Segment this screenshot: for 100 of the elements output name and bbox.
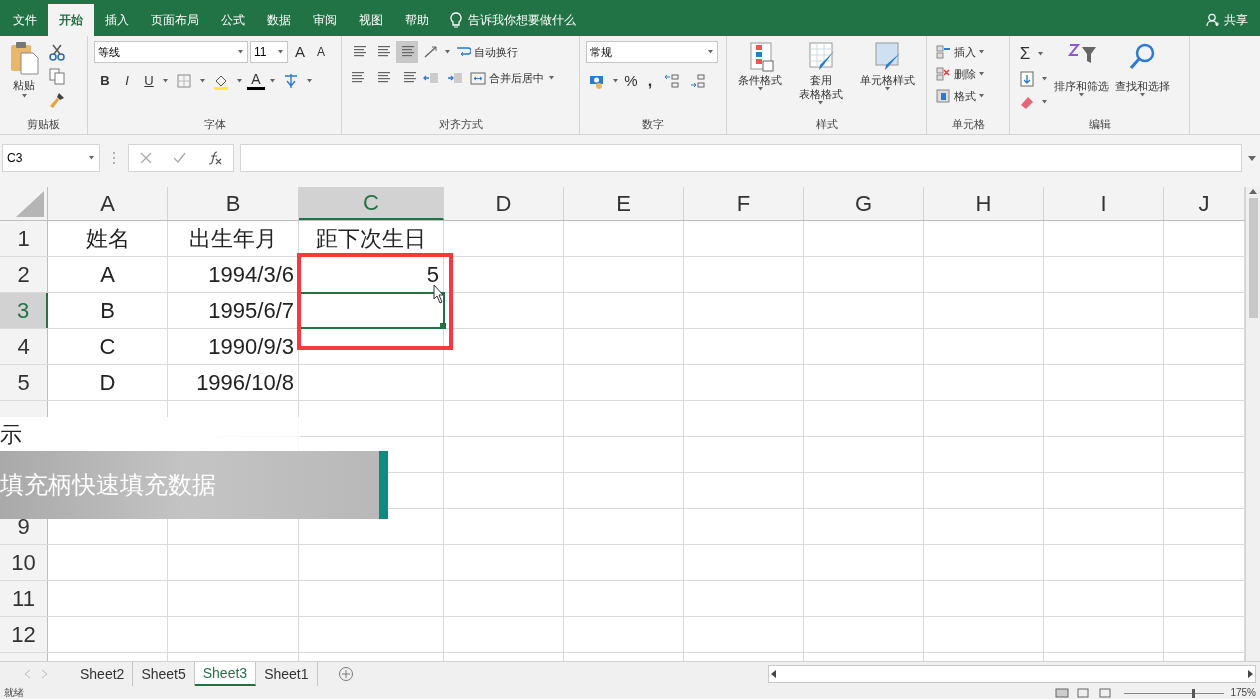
scroll-thumb[interactable]	[1248, 198, 1258, 318]
ribbon-button[interactable]: 套用 表格格式	[799, 41, 843, 114]
fill-handle[interactable]	[440, 323, 446, 329]
column-header[interactable]: G	[804, 187, 924, 220]
caret-icon[interactable]	[88, 156, 95, 160]
formula-field[interactable]	[240, 144, 1242, 172]
sheet-tab[interactable]: Sheet3	[194, 662, 257, 686]
ribbon-tab[interactable]: 视图	[348, 4, 394, 36]
row-header[interactable]: 5	[0, 365, 48, 400]
number-format-field[interactable]: 常规	[586, 41, 718, 63]
ribbon-tab[interactable]: 公式	[210, 4, 256, 36]
zoom-level: 175%	[1230, 687, 1256, 699]
horizontal-scrollbar[interactable]	[768, 665, 1256, 683]
ribbon-button[interactable]: 单元格样式	[859, 41, 915, 114]
ribbon-tab[interactable]: 数据	[256, 4, 302, 36]
column-header[interactable]: C	[299, 187, 444, 220]
caret-icon[interactable]	[817, 101, 825, 105]
expand-icon[interactable]	[1248, 156, 1256, 161]
column-header[interactable]: H	[924, 187, 1044, 220]
align-bottom-icon[interactable]	[396, 41, 418, 63]
ribbon-button[interactable]: 查找和选择	[1115, 41, 1170, 114]
scroll-left-icon[interactable]	[771, 670, 776, 678]
paste-button[interactable]: 粘贴	[6, 41, 42, 114]
ribbon-button[interactable]: 插入	[933, 41, 978, 63]
caret-icon[interactable]	[1139, 93, 1146, 97]
sheet-tab[interactable]: Sheet1	[256, 662, 318, 686]
row-header[interactable]: 2	[0, 257, 48, 292]
caret-icon[interactable]	[306, 78, 313, 83]
caret-icon[interactable]	[20, 93, 28, 98]
comma-button[interactable]: ,	[643, 69, 657, 93]
italic-button[interactable]: I	[118, 70, 136, 91]
caret-icon[interactable]	[978, 72, 985, 76]
autosum-button[interactable]: Σ	[1016, 41, 1034, 67]
ribbon-tab[interactable]: 开始	[48, 4, 94, 36]
group-label: 编辑	[1088, 116, 1111, 132]
row-header[interactable]: 4	[0, 329, 48, 364]
caret-icon[interactable]	[1078, 93, 1085, 97]
caret-icon[interactable]	[1041, 99, 1048, 104]
table-cell: B	[48, 293, 168, 328]
row-header[interactable]: 11	[0, 581, 48, 616]
caret-icon[interactable]	[978, 94, 985, 98]
caret-icon[interactable]	[548, 76, 555, 80]
bold-button[interactable]: B	[96, 70, 114, 91]
percent-button[interactable]: %	[623, 69, 639, 93]
caret-icon[interactable]	[883, 87, 891, 91]
column-header[interactable]: A	[48, 187, 168, 220]
caret-icon[interactable]	[277, 50, 284, 55]
sheet-tab[interactable]: Sheet5	[133, 662, 195, 686]
caret-icon[interactable]	[978, 50, 985, 54]
column-header[interactable]: D	[444, 187, 564, 220]
row-header[interactable]: 1	[0, 221, 48, 256]
grow-font-button[interactable]: A	[290, 41, 310, 64]
caret-icon[interactable]	[237, 50, 244, 55]
ribbon-button[interactable]: 合并后居中	[468, 67, 546, 89]
ribbon-tab[interactable]: 审阅	[302, 4, 348, 36]
column-header[interactable]: I	[1044, 187, 1164, 220]
font-name-field[interactable]: 等线	[94, 41, 248, 64]
format-cells-icon	[935, 88, 951, 104]
group-label: 单元格	[951, 116, 985, 132]
ribbon-button[interactable]: 条件格式	[738, 41, 783, 114]
ribbon-button[interactable]: 自动换行	[453, 41, 520, 63]
caret-icon[interactable]	[444, 50, 451, 54]
ribbon-tab[interactable]: 页面布局	[140, 4, 210, 36]
zoom-slider[interactable]	[1124, 688, 1225, 698]
name-box[interactable]: C3	[2, 144, 100, 172]
row-header[interactable]: 3	[0, 293, 48, 328]
sheet-tab[interactable]: Sheet2	[72, 662, 134, 686]
delete-cells-icon	[935, 66, 951, 82]
tell-me-field[interactable]: 告诉我你想要做什么	[468, 11, 576, 29]
ribbon-tab[interactable]: 插入	[94, 4, 140, 36]
function-icon[interactable]	[206, 151, 223, 165]
share-button[interactable]: 共享	[1206, 4, 1260, 36]
caret-icon[interactable]	[1037, 51, 1044, 56]
scroll-right-icon[interactable]	[1248, 670, 1253, 678]
caret-icon[interactable]	[1041, 76, 1048, 81]
caret-icon[interactable]	[162, 78, 169, 83]
vertical-scrollbar[interactable]	[1245, 187, 1260, 661]
font-size-field[interactable]: 11	[250, 41, 288, 64]
ribbon-tab[interactable]: 文件	[2, 4, 48, 36]
shrink-font-button[interactable]: A	[312, 43, 330, 62]
caret-icon[interactable]	[707, 50, 714, 54]
table-cell: 姓名	[48, 221, 168, 256]
row-header[interactable]: 12	[0, 617, 48, 652]
ribbon-button[interactable]: 删除	[933, 63, 978, 85]
scroll-up-icon[interactable]	[1249, 189, 1257, 194]
add-sheet-icon[interactable]	[337, 666, 354, 682]
ribbon-button[interactable]: 格式	[933, 85, 978, 107]
row-header[interactable]: 10	[0, 545, 48, 580]
caret-icon[interactable]	[236, 78, 243, 83]
check-icon[interactable]	[172, 152, 186, 164]
font-color-button[interactable]: A	[247, 71, 265, 90]
caret-icon[interactable]	[612, 79, 619, 83]
caret-icon[interactable]	[269, 78, 276, 83]
ribbon-button[interactable]: 排序和筛选	[1054, 41, 1109, 114]
caret-icon[interactable]	[756, 87, 764, 91]
ribbon-tab[interactable]: 帮助	[394, 4, 440, 36]
column-header[interactable]: E	[564, 187, 684, 220]
column-header[interactable]: F	[684, 187, 804, 220]
caret-icon[interactable]	[199, 78, 206, 83]
underline-button[interactable]: U	[140, 70, 158, 91]
